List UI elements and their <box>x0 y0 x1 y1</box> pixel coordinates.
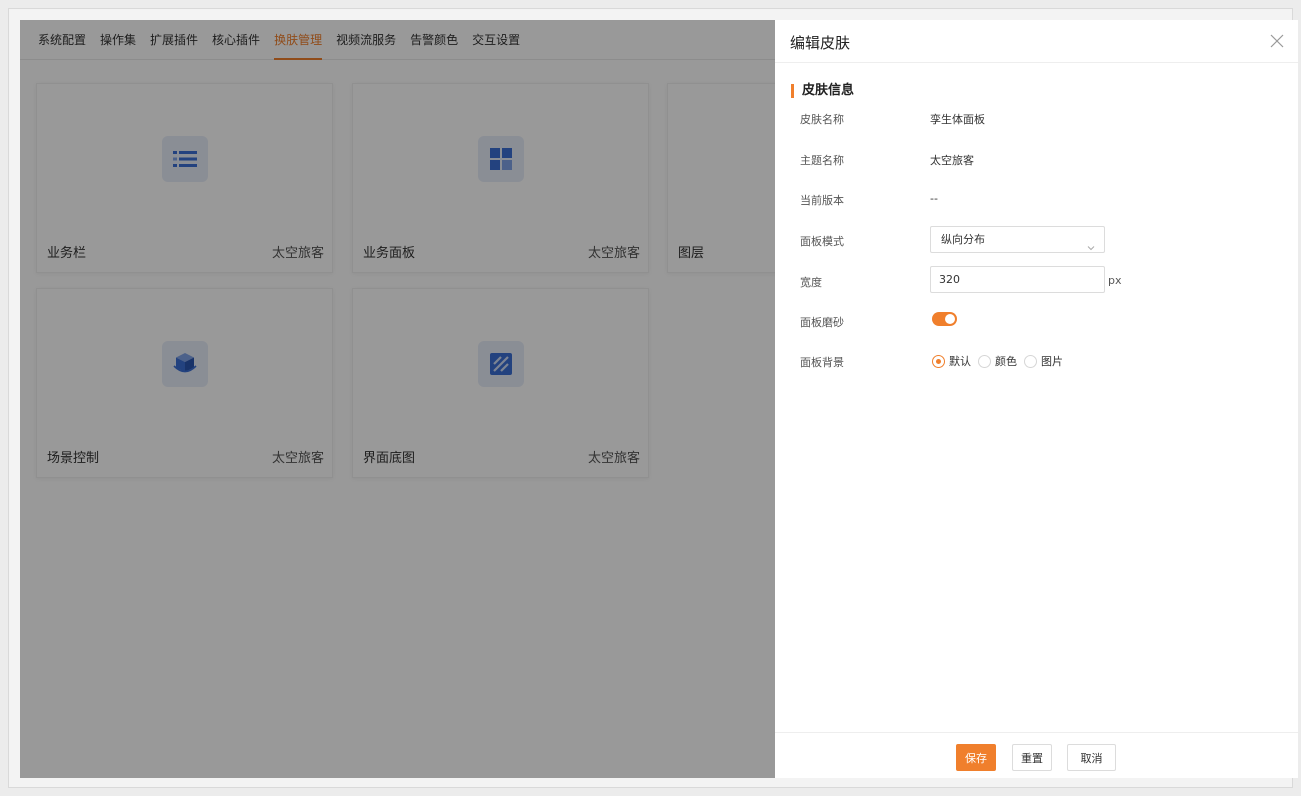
chevron-down-icon <box>1087 236 1095 251</box>
width-unit: px <box>1108 274 1122 287</box>
panel-mode-value: 纵向分布 <box>941 233 985 246</box>
width-input[interactable] <box>930 266 1105 293</box>
skin-name-label: 皮肤名称 <box>800 113 844 126</box>
theme-name-value: 太空旅客 <box>930 154 974 167</box>
radio-image[interactable]: 图片 <box>1024 353 1063 369</box>
cancel-button[interactable]: 取消 <box>1067 744 1116 771</box>
frosted-label: 面板磨砂 <box>800 316 844 329</box>
drawer-header: 编辑皮肤 <box>775 20 1298 63</box>
radio-label: 图片 <box>1041 355 1063 368</box>
edit-skin-drawer: 编辑皮肤 皮肤信息 皮肤名称 孪生体面板 主题名称 太空旅客 当前版本 -- 面… <box>775 20 1298 778</box>
reset-button[interactable]: 重置 <box>1012 744 1052 771</box>
skin-name-value: 孪生体面板 <box>930 113 985 126</box>
radio-color[interactable]: 颜色 <box>978 353 1017 369</box>
frosted-toggle[interactable] <box>932 312 957 326</box>
panel-mode-label: 面板模式 <box>800 235 844 248</box>
toggle-knob <box>945 314 955 324</box>
radio-label: 默认 <box>949 355 971 368</box>
background-label: 面板背景 <box>800 356 844 369</box>
app-container: 系统配置 操作集 扩展插件 核心插件 换肤管理 视频流服务 告警颜色 交互设置 … <box>20 20 1298 778</box>
radio-dot-checked <box>932 354 945 368</box>
drawer-title: 编辑皮肤 <box>790 34 851 52</box>
radio-label: 颜色 <box>995 355 1017 368</box>
radio-default[interactable]: 默认 <box>932 353 971 369</box>
version-label: 当前版本 <box>800 194 844 207</box>
background-radio-group: 默认 颜色 图片 <box>932 353 1070 369</box>
close-icon[interactable] <box>1268 32 1286 50</box>
radio-dot <box>978 354 991 368</box>
version-value: -- <box>930 192 938 205</box>
radio-dot <box>1024 354 1037 368</box>
section-title: 皮肤信息 <box>791 84 854 98</box>
panel-mode-select[interactable]: 纵向分布 <box>930 226 1105 253</box>
theme-name-label: 主题名称 <box>800 154 844 167</box>
drawer-footer: 保存 重置 取消 <box>775 732 1298 778</box>
width-label: 宽度 <box>800 276 822 289</box>
save-button[interactable]: 保存 <box>956 744 996 771</box>
